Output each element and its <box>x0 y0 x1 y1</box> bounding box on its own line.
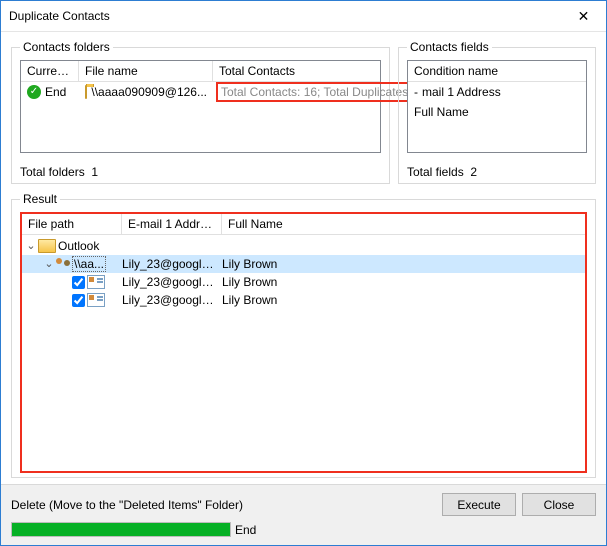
item-checkbox[interactable] <box>72 294 85 307</box>
tree-item-fullname: Lily Brown <box>222 293 585 307</box>
close-icon: ✕ <box>578 8 590 25</box>
tree-group-label: \\aa... <box>72 256 106 272</box>
window-title: Duplicate Contacts <box>9 9 561 23</box>
execute-button[interactable]: Execute <box>442 493 516 516</box>
result-col-filepath[interactable]: File path <box>22 214 122 234</box>
folders-row[interactable]: ✓ End \\aaaa090909@126... Total Contacts… <box>21 82 380 102</box>
folder-status-text: End <box>45 85 66 99</box>
result-col-email[interactable]: E-mail 1 Address <box>122 214 222 234</box>
window-close-button[interactable]: ✕ <box>561 1 606 31</box>
tree-item-email: Lily_23@google... <box>122 275 222 289</box>
result-legend: Result <box>20 192 60 206</box>
result-tree[interactable]: ⌄ Outlook ⌄ \\aa... Lily_23@go <box>22 235 585 471</box>
folders-col-filename[interactable]: File name <box>79 61 213 81</box>
result-group: Result File path E-mail 1 Address Full N… <box>11 192 596 478</box>
contact-card-icon <box>87 293 105 307</box>
contact-card-icon <box>87 275 105 289</box>
tree-group[interactable]: ⌄ \\aa... Lily_23@google... Lily Brown <box>22 255 585 273</box>
tree-group-email: Lily_23@google... <box>122 257 222 271</box>
contacts-folders-legend: Contacts folders <box>20 40 113 54</box>
contacts-fields-legend: Contacts fields <box>407 40 492 54</box>
tree-root[interactable]: ⌄ Outlook <box>22 237 585 255</box>
close-button[interactable]: Close <box>522 493 596 516</box>
fields-row[interactable]: -mail 1 Address <box>408 82 586 102</box>
outlook-folder-icon <box>38 239 56 253</box>
progress-fill <box>12 523 230 536</box>
folders-listview[interactable]: Curren... File name Total Contacts ✓ End <box>20 60 381 153</box>
progress-bar <box>11 522 231 537</box>
chevron-down-icon[interactable]: ⌄ <box>26 241 36 252</box>
result-col-fullname[interactable]: Full Name <box>222 214 585 234</box>
dialog-content: Contacts folders Curren... File name Tot… <box>1 32 606 484</box>
totals-highlight-box: Total Contacts: 16; Total Duplicates: 1 <box>216 82 427 102</box>
fields-summary: Total fields 2 <box>407 163 587 179</box>
tree-item-fullname: Lily Brown <box>222 275 585 289</box>
dialog-window: Duplicate Contacts ✕ Contacts folders Cu… <box>0 0 607 546</box>
contacts-folders-group: Contacts folders Curren... File name Tot… <box>11 40 390 184</box>
tree-item[interactable]: Lily_23@google... Lily Brown <box>22 273 585 291</box>
folders-header: Curren... File name Total Contacts <box>21 61 380 82</box>
dialog-footer: Delete (Move to the "Deleted Items" Fold… <box>1 484 606 545</box>
tree-item-email: Lily_23@google... <box>122 293 222 307</box>
tree-root-label: Outlook <box>58 239 99 253</box>
contacts-fields-group: Contacts fields Condition name -mail 1 A… <box>398 40 596 184</box>
folder-file-name: \\aaaa090909@126... <box>91 85 207 99</box>
chevron-down-icon[interactable]: ⌄ <box>44 259 54 270</box>
result-highlight-box: File path E-mail 1 Address Full Name ⌄ O… <box>20 212 587 473</box>
tree-group-fullname: Lily Brown <box>222 257 585 271</box>
progress-status-label: End <box>235 523 256 537</box>
folder-icon <box>85 85 87 99</box>
fields-col-condition[interactable]: Condition name <box>408 61 586 81</box>
folders-summary: Total folders 1 <box>20 163 381 179</box>
folders-col-total[interactable]: Total Contacts <box>213 61 380 81</box>
fields-listview[interactable]: Condition name -mail 1 Address Full Name <box>407 60 587 153</box>
tree-item[interactable]: Lily_23@google... Lily Brown <box>22 291 585 309</box>
ok-icon: ✓ <box>27 85 41 99</box>
contacts-group-icon <box>56 258 70 270</box>
delete-mode-label: Delete (Move to the "Deleted Items" Fold… <box>11 498 436 512</box>
folders-col-current[interactable]: Curren... <box>21 61 79 81</box>
fields-row[interactable]: Full Name <box>408 102 586 122</box>
item-checkbox[interactable] <box>72 276 85 289</box>
result-header: File path E-mail 1 Address Full Name <box>22 214 585 235</box>
titlebar: Duplicate Contacts ✕ <box>1 1 606 32</box>
